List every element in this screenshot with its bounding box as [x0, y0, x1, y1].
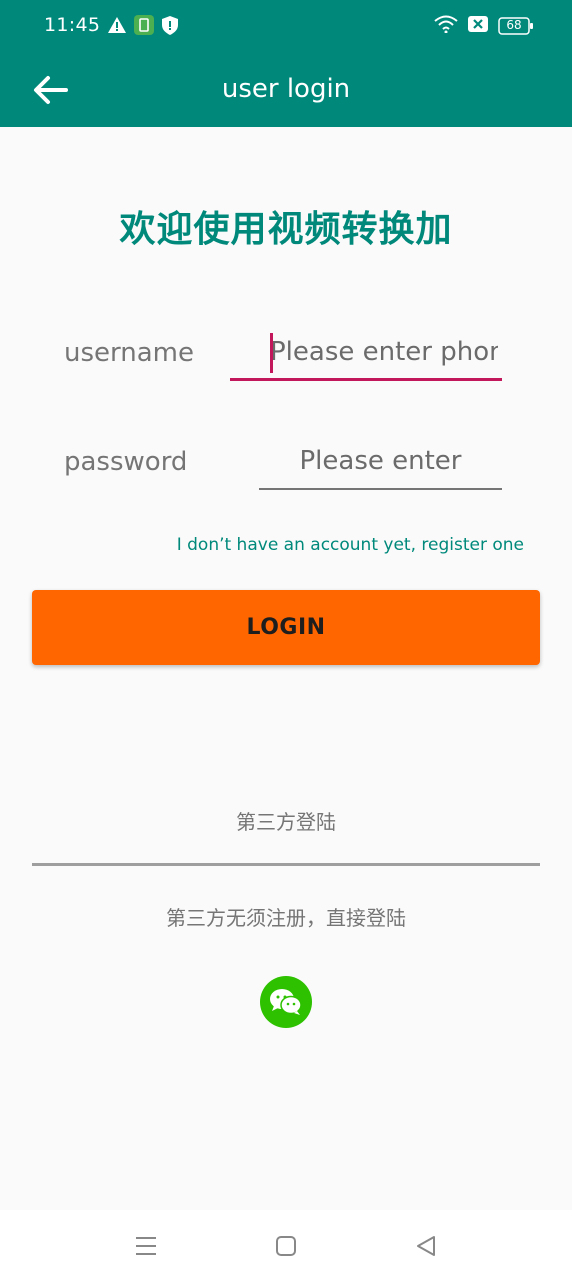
status-icons-left [108, 15, 178, 39]
sim-off-icon [468, 15, 488, 37]
navigation-bar [0, 1210, 572, 1280]
menu-icon [136, 1237, 156, 1255]
divider [32, 863, 540, 866]
status-time: 11:45 [44, 14, 101, 36]
third-party-title: 第三方登陆 [236, 810, 336, 834]
login-button[interactable]: LOGIN [32, 590, 540, 665]
username-label: username [64, 338, 194, 368]
status-bar: 11:45 68 [0, 0, 572, 52]
warning-icon [108, 17, 126, 37]
home-icon [276, 1236, 296, 1256]
password-label: password [64, 447, 188, 477]
nav-home-button[interactable] [272, 1232, 300, 1260]
app-bar: user login [0, 52, 572, 127]
register-link[interactable]: I don’t have an account yet, register on… [177, 535, 524, 555]
wechat-login-button[interactable] [260, 976, 312, 1028]
text-cursor [270, 333, 273, 373]
welcome-heading: 欢迎使用视频转换加 [119, 209, 453, 250]
shield-icon [162, 15, 178, 39]
battery-level: 68 [506, 18, 522, 32]
login-screen: 11:45 68 user login 欢迎使用视频转换加 username P… [0, 0, 572, 1280]
wechat-icon [270, 989, 302, 1015]
battery-icon: 68 [498, 17, 534, 35]
nav-menu-button[interactable] [132, 1232, 160, 1260]
status-icons-right: 68 [434, 15, 534, 37]
notification-app-icon [134, 15, 154, 39]
page-title: user login [221, 74, 351, 104]
wifi-icon [434, 15, 458, 37]
nav-back-button[interactable] [412, 1232, 440, 1260]
back-icon [417, 1236, 435, 1256]
password-input[interactable] [259, 442, 502, 490]
third-party-subtitle: 第三方无须注册，直接登陆 [166, 906, 406, 930]
